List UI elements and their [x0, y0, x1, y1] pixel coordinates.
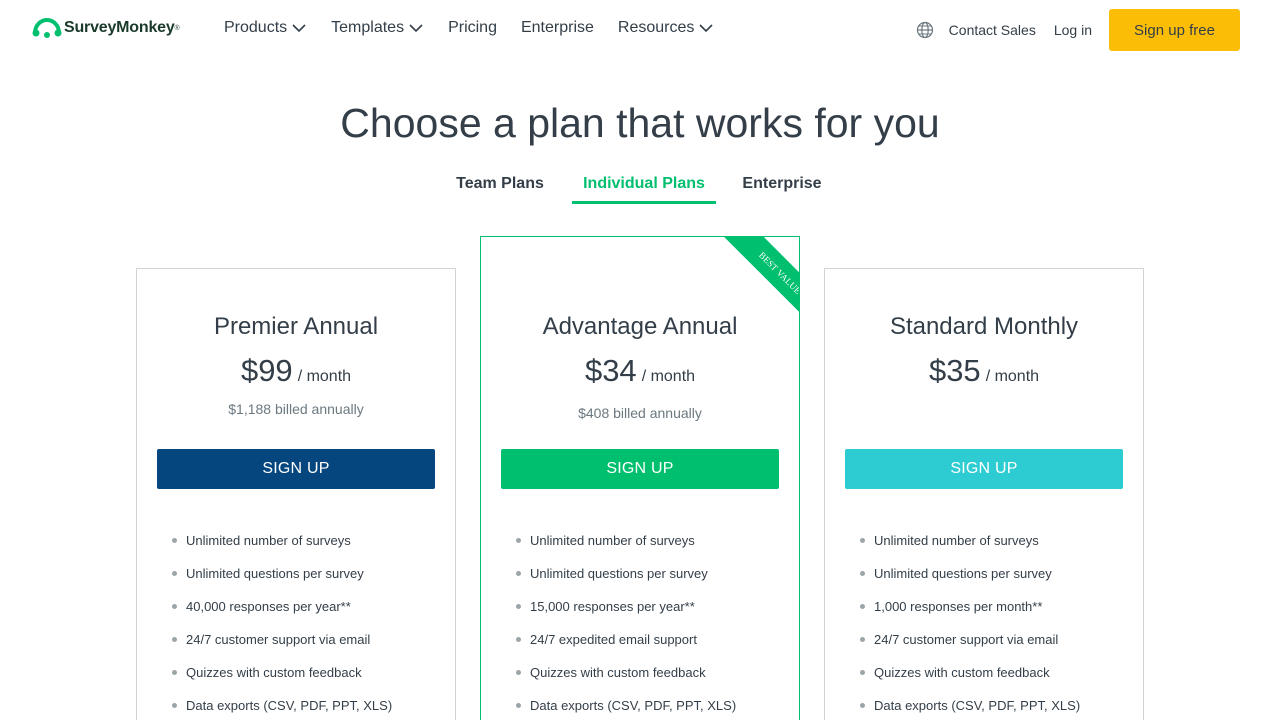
nav-pricing-label: Pricing [448, 19, 497, 36]
top-navigation-bar: SurveyMonkey ® Products Templates Pricing… [0, 0, 1280, 60]
billing-note: $1,188 billed annually [228, 401, 364, 417]
nav-products-label: Products [224, 19, 288, 36]
price-row: $35 / month [825, 353, 1143, 389]
feature-item: 15,000 responses per year** [513, 598, 736, 631]
feature-item: Unlimited number of surveys [857, 532, 1080, 565]
main-nav: Products Templates Pricing Enterprise Re… [224, 18, 738, 38]
feature-list: Unlimited number of surveys Unlimited qu… [857, 532, 1080, 720]
plan-price: $34 [584, 353, 637, 388]
feature-item: Quizzes with custom feedback [513, 664, 736, 697]
plan-name: Advantage Annual [542, 313, 738, 340]
feature-list: Unlimited number of surveys Unlimited qu… [169, 532, 392, 720]
feature-item: Unlimited questions per survey [513, 565, 736, 598]
sign-up-button[interactable]: SIGN UP [501, 449, 779, 489]
chevron-down-icon [292, 24, 306, 33]
sign-up-label: SIGN UP [950, 460, 1018, 477]
plan-name: Standard Monthly [889, 313, 1079, 340]
billing-note: $408 billed annually [578, 405, 702, 421]
price-row: $99 / month [137, 353, 455, 389]
feature-item: Data exports (CSV, PDF, PPT, XLS) [857, 697, 1080, 720]
contact-sales-link[interactable]: Contact Sales [949, 22, 1036, 38]
feature-item: 1,000 responses per month** [857, 598, 1080, 631]
sign-up-button[interactable]: SIGN UP [157, 449, 435, 489]
nav-products[interactable]: Products [224, 18, 307, 38]
tab-team-plans[interactable]: Team Plans [456, 175, 544, 209]
page-title: Choose a plan that works for you [340, 100, 940, 146]
feature-item: Quizzes with custom feedback [169, 664, 392, 697]
feature-item: Data exports (CSV, PDF, PPT, XLS) [169, 697, 392, 720]
feature-list: Unlimited number of surveys Unlimited qu… [513, 532, 736, 720]
chevron-down-icon [699, 24, 713, 33]
feature-item: 40,000 responses per year** [169, 598, 392, 631]
plan-name: Premier Annual [213, 313, 379, 340]
nav-templates[interactable]: Templates [331, 18, 424, 38]
feature-item: 24/7 customer support via email [169, 631, 392, 664]
plan-price: $99 [240, 353, 293, 388]
sign-up-button[interactable]: SIGN UP [845, 449, 1123, 489]
nav-pricing[interactable]: Pricing [448, 18, 497, 38]
plan-tabs: Team Plans Individual Plans Enterprise [0, 170, 1280, 204]
plan-card-premier-annual: Premier Annual $99 / month $1,188 billed… [136, 268, 456, 720]
feature-item: Unlimited questions per survey [857, 565, 1080, 598]
feature-item: 24/7 expedited email support [513, 631, 736, 664]
sign-up-label: SIGN UP [606, 460, 674, 477]
price-period: / month [985, 368, 1040, 385]
feature-item: Data exports (CSV, PDF, PPT, XLS) [513, 697, 736, 720]
nav-enterprise-label: Enterprise [520, 19, 594, 36]
feature-item: Quizzes with custom feedback [857, 664, 1080, 697]
registered-mark: ® [174, 24, 180, 32]
nav-enterprise[interactable]: Enterprise [521, 18, 594, 38]
login-link[interactable]: Log in [1054, 22, 1092, 38]
sign-up-label: SIGN UP [262, 460, 330, 477]
feature-item: Unlimited number of surveys [169, 532, 392, 565]
price-row: $34 / month [481, 353, 799, 389]
tab-individual-plans[interactable]: Individual Plans [572, 170, 716, 204]
feature-item: Unlimited questions per survey [169, 565, 392, 598]
nav-templates-label: Templates [331, 19, 405, 36]
plan-card-standard-monthly: Standard Monthly $35 / month SIGN UP Unl… [824, 268, 1144, 720]
price-period: / month [297, 368, 352, 385]
price-period: / month [641, 368, 696, 385]
tab-enterprise[interactable]: Enterprise [742, 175, 822, 209]
nav-resources[interactable]: Resources [618, 18, 714, 38]
plan-price: $35 [928, 353, 981, 388]
nav-resources-label: Resources [617, 19, 695, 36]
chevron-down-icon [409, 24, 423, 33]
globe-icon[interactable] [916, 21, 934, 39]
logo-text: SurveyMonkey [64, 19, 175, 36]
header-actions: Contact Sales Log in Sign up free [916, 9, 1240, 51]
plan-card-advantage-annual: BEST VALUE Advantage Annual $34 / month … [480, 236, 800, 720]
monkey-logo-icon [32, 17, 62, 38]
feature-item: Unlimited number of surveys [513, 532, 736, 565]
feature-item: 24/7 customer support via email [857, 631, 1080, 664]
surveymonkey-logo[interactable]: SurveyMonkey ® [32, 14, 180, 42]
sign-up-free-button[interactable]: Sign up free [1109, 9, 1240, 51]
